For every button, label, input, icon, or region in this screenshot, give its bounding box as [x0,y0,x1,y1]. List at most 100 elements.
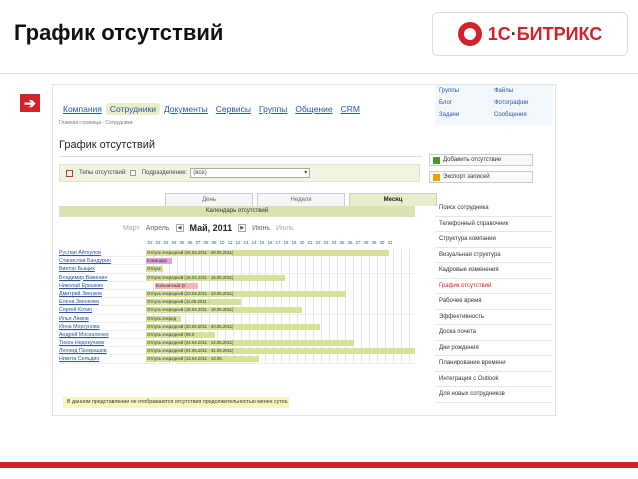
day-label[interactable]: 22 [314,240,322,245]
month-next2[interactable]: Июль [276,225,294,232]
day-label[interactable]: 11 [226,240,234,245]
view-tab[interactable]: Месяц [349,193,437,206]
month-prev2[interactable]: Март [123,225,140,232]
add-absence-button[interactable]: Добавить отсутствие [429,154,533,166]
day-label[interactable]: 10 [218,240,226,245]
menu-item[interactable]: Для новых сотрудников [435,387,553,403]
nav-tab[interactable]: Сотрудники [105,103,160,115]
day-label[interactable]: 06 [186,240,194,245]
absence-bar[interactable]: Отпуск очередной (26.04.2011 - 28.05.201… [146,250,390,256]
types-checkbox[interactable] [129,170,136,176]
day-label[interactable]: 04 [170,240,178,245]
day-label[interactable]: 09 [210,240,218,245]
menu-item[interactable]: Структура компании [435,232,553,248]
menu-item[interactable]: Визуальная структура [435,248,553,263]
employee-name[interactable]: Владимир Важенин [59,274,107,282]
day-label[interactable]: 05 [178,240,186,245]
menu-item[interactable]: Дни рождения [435,341,553,356]
absence-bar[interactable]: Больничный (0 [154,282,199,289]
employee-name[interactable]: Виктор Быщих [59,265,95,273]
employee-name[interactable]: Илья Лямов [59,315,89,323]
export-button[interactable]: Экспорт записей [429,171,533,183]
absence-bar[interactable]: Отпуск очередной (20.04.2011 - 20.05.201… [146,323,320,330]
day-label[interactable]: 24 [330,240,338,245]
top-link[interactable]: Фотографии [494,100,549,110]
day-label[interactable]: 01 [146,240,154,245]
nav-tab[interactable]: Документы [160,103,212,115]
day-label[interactable]: 26 [346,240,354,245]
view-tab[interactable]: День [165,193,253,206]
menu-item[interactable]: Телефонный справочник [435,217,553,232]
menu-item[interactable]: Эффективность [435,310,553,325]
day-label[interactable]: 28 [362,240,370,245]
menu-item[interactable]: Рабочее время [435,294,553,310]
menu-item[interactable]: Кадровые изменения [435,263,553,279]
day-label[interactable]: 12 [234,240,242,245]
employee-name[interactable]: Инна Моргунова [59,323,100,331]
day-label[interactable]: 02 [154,240,162,245]
view-tabs: День Неделя Месяц [165,193,437,206]
absence-bar[interactable]: Отпуск очеред [146,315,181,322]
month-prev[interactable]: Апрель [146,225,170,232]
menu-item[interactable]: Интеграция с Outlook [435,372,553,387]
day-label[interactable]: 08 [202,240,210,245]
absence-bar[interactable]: Отпуск очередной (18.04.2011 - 18.05.201… [146,307,303,314]
top-link[interactable]: Блог [439,100,494,110]
menu-item[interactable]: График отсутствий [435,279,553,294]
nav-tab[interactable]: Компания [59,103,106,115]
dept-select[interactable]: (все) [190,168,311,178]
absence-bar[interactable]: Отпуск очередной (08.0 [146,331,216,338]
absence-bar[interactable]: Отпуск очередной (23.04.2011 - 23.05.201… [146,290,346,297]
menu-item[interactable]: Поиск сотрудника [435,201,553,217]
day-label[interactable]: 20 [298,240,306,245]
day-label[interactable]: 03 [162,240,170,245]
top-link[interactable]: Сообщения [494,112,549,122]
absence-bar[interactable]: Командир [146,258,173,265]
day-label[interactable]: 31 [386,240,394,245]
top-link[interactable]: Группы [439,88,494,98]
employee-name[interactable]: Сергей Котин [59,306,92,314]
day-label[interactable]: 15 [258,240,266,245]
employee-name[interactable]: Тихон Недокучаев [59,339,104,347]
day-label[interactable]: 30 [378,240,386,245]
day-label[interactable]: 14 [250,240,258,245]
top-link[interactable]: Задачи [439,112,494,122]
nav-tab[interactable]: Сервисы [212,103,255,115]
nav-tab[interactable]: CRM [337,103,364,115]
employee-name[interactable]: Николай Ерешкин [59,282,103,290]
employee-name[interactable]: Елена Звенкова [59,298,99,306]
day-label[interactable]: 21 [306,240,314,245]
absence-bar[interactable]: Отпуск очередной (16.04.2011 - 16.05.201… [146,274,285,281]
menu-item[interactable]: Доска почета [435,325,553,341]
top-link[interactable]: Файлы [494,88,549,98]
prev-month-button[interactable]: ◀ [175,224,184,232]
employee-name[interactable]: Андрей Москаленко [59,331,109,339]
employee-name[interactable]: Леонид Панкрашев [59,347,107,355]
month-next[interactable]: Июнь [252,225,270,232]
day-label[interactable]: 13 [242,240,250,245]
menu-item[interactable]: Планирование времени [435,356,553,372]
day-label[interactable]: 07 [194,240,202,245]
absence-bar[interactable]: Отпуск [146,266,164,273]
next-month-button[interactable]: ▶ [238,224,247,232]
day-label[interactable]: 25 [338,240,346,245]
day-label[interactable]: 29 [370,240,378,245]
day-label[interactable]: 23 [322,240,330,245]
day-label[interactable]: 19 [290,240,298,245]
day-label[interactable]: 17 [274,240,282,245]
absence-bar[interactable]: Отпуск очередной (13.04.2011 - 13.05. [146,356,259,363]
day-label[interactable]: 18 [282,240,290,245]
absence-bar[interactable]: Отпуск очередной (01.05.2011 - 31.05.201… [146,348,416,355]
day-label[interactable]: 27 [354,240,362,245]
absence-bar[interactable]: Отпуск очередной (11.06.2011 - [146,299,242,306]
employee-name[interactable]: Руслан Айткулов [59,249,101,257]
nav-tab[interactable]: Общение [291,103,336,115]
employee-name[interactable]: Станислав Бандурин [59,257,111,265]
employee-name[interactable]: Никита Сельдин [59,355,99,363]
employee-name[interactable]: Дмитрий Звенков [59,290,102,298]
nav-tab[interactable]: Группы [255,103,291,115]
absence-bar[interactable]: Отпуск очередной (24.04.2011 - 24.05.201… [146,340,355,347]
breadcrumb[interactable]: Главная страница · Сотрудники [59,120,133,126]
day-label[interactable]: 16 [266,240,274,245]
view-tab[interactable]: Неделя [257,193,345,206]
